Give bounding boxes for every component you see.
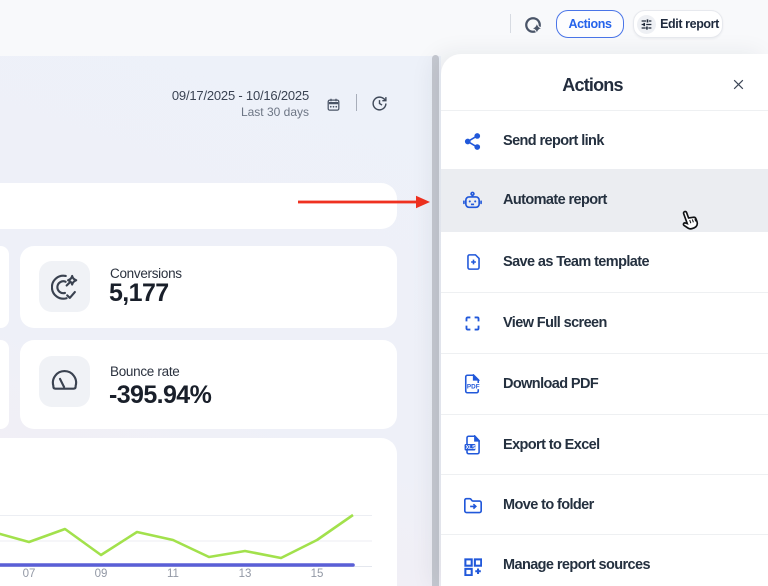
svg-text:15: 15 bbox=[311, 568, 324, 580]
svg-text:13: 13 bbox=[239, 568, 252, 580]
svg-text:11: 11 bbox=[167, 568, 179, 580]
svg-text:PDF: PDF bbox=[467, 383, 480, 390]
svg-text:07: 07 bbox=[23, 568, 36, 580]
svg-text:XLS: XLS bbox=[466, 445, 477, 451]
svg-text:09: 09 bbox=[95, 568, 108, 580]
